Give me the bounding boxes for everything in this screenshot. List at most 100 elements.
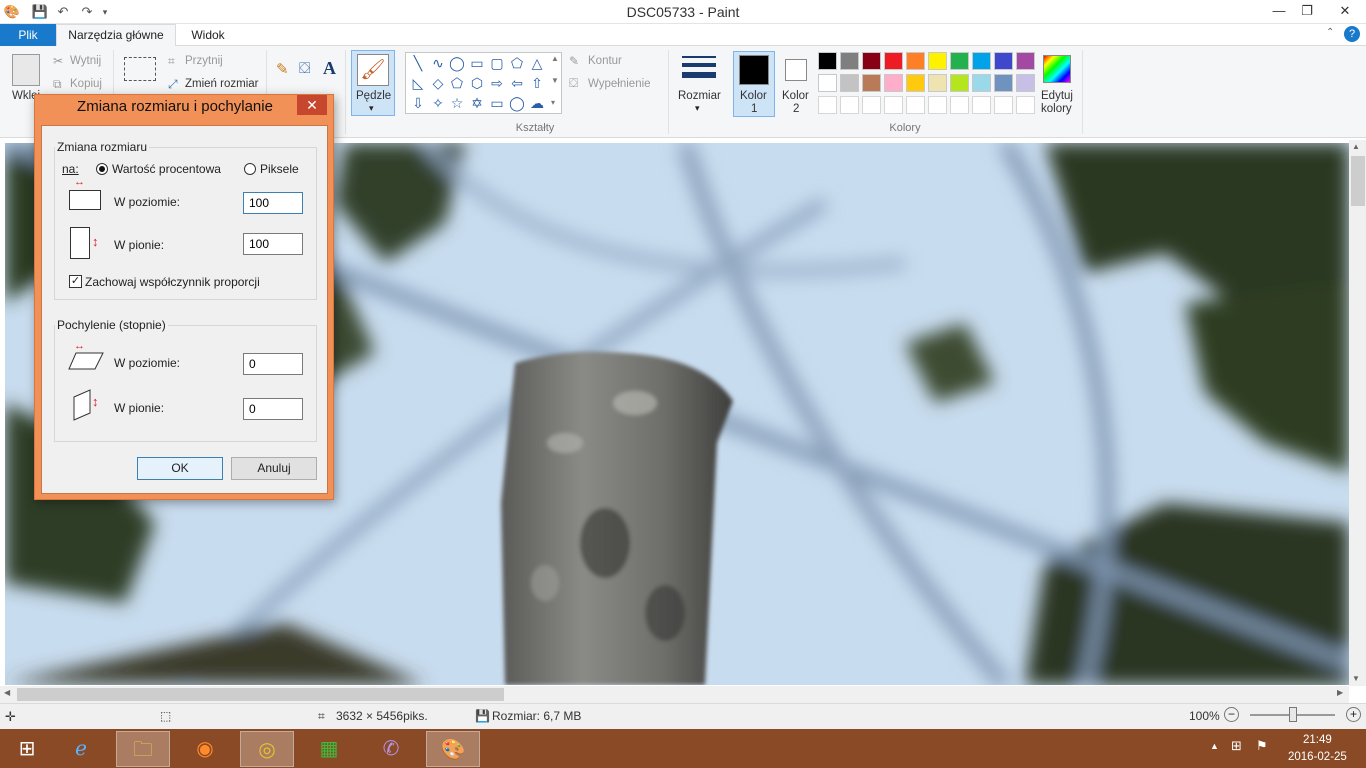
- chrome-icon[interactable]: ◎: [240, 731, 294, 767]
- pixels-label[interactable]: Piksele: [260, 162, 299, 176]
- show-hidden-icons-icon[interactable]: ▲: [1210, 741, 1219, 751]
- store-icon[interactable]: ▦: [302, 731, 356, 767]
- vertical-scroll-thumb[interactable]: [1351, 156, 1365, 206]
- file-explorer-icon[interactable]: 🗀: [116, 731, 170, 767]
- palette-custom-slot[interactable]: [840, 96, 859, 114]
- palette-swatch[interactable]: [950, 52, 969, 70]
- palette-custom-slot[interactable]: [928, 96, 947, 114]
- clock-time[interactable]: 21:49: [1303, 734, 1332, 746]
- arrow-up-icon[interactable]: ⇧: [528, 74, 546, 92]
- six-point-star-icon[interactable]: ✡: [468, 94, 486, 112]
- zoom-out-icon[interactable]: −: [1224, 707, 1239, 722]
- palette-swatch[interactable]: [906, 74, 925, 92]
- palette-swatch[interactable]: [884, 74, 903, 92]
- copy-button[interactable]: Kopiuj: [70, 78, 102, 90]
- oval-icon[interactable]: ◯: [448, 54, 466, 72]
- palette-swatch[interactable]: [862, 52, 881, 70]
- size-button[interactable]: Rozmiar: [678, 90, 721, 102]
- four-point-star-icon[interactable]: ✧: [429, 94, 447, 112]
- firefox-icon[interactable]: ◉: [178, 731, 232, 767]
- skew-horizontal-input[interactable]: [243, 353, 303, 375]
- viber-icon[interactable]: ✆: [364, 731, 418, 767]
- five-point-star-icon[interactable]: ☆: [448, 94, 466, 112]
- palette-swatch[interactable]: [950, 74, 969, 92]
- palette-swatch[interactable]: [840, 74, 859, 92]
- arrow-down-icon[interactable]: ⇩: [409, 94, 427, 112]
- palette-custom-slot[interactable]: [972, 96, 991, 114]
- palette-swatch[interactable]: [928, 74, 947, 92]
- cut-button[interactable]: Wytnij: [70, 55, 101, 67]
- palette-swatch[interactable]: [840, 52, 859, 70]
- color2-swatch[interactable]: [785, 59, 807, 81]
- palette-swatch[interactable]: [1016, 52, 1035, 70]
- palette-swatch[interactable]: [818, 52, 837, 70]
- size-dropdown-icon[interactable]: ▾: [695, 103, 700, 114]
- tab-home[interactable]: Narzędzia główne: [56, 24, 176, 47]
- rounded-rectangle-icon[interactable]: ▢: [488, 54, 506, 72]
- edit-colors-label-2[interactable]: kolory: [1041, 103, 1072, 115]
- palette-swatch[interactable]: [884, 52, 903, 70]
- palette-custom-slot[interactable]: [862, 96, 881, 114]
- size-icon[interactable]: [682, 56, 716, 58]
- palette-custom-slot[interactable]: [906, 96, 925, 114]
- palette-swatch[interactable]: [994, 74, 1013, 92]
- callout-cloud-icon[interactable]: ☁: [528, 94, 546, 112]
- pixels-radio[interactable]: [244, 163, 256, 175]
- select-icon[interactable]: [124, 57, 156, 81]
- shapes-expand-icon[interactable]: ▾: [551, 98, 555, 107]
- curve-icon[interactable]: ∿: [429, 54, 447, 72]
- resize-vertical-input[interactable]: [243, 233, 303, 255]
- right-triangle-icon[interactable]: ◺: [409, 74, 427, 92]
- callout-oval-icon[interactable]: ◯: [508, 94, 526, 112]
- keep-ratio-checkbox[interactable]: ✓: [69, 275, 82, 288]
- collapse-ribbon-icon[interactable]: ⌃: [1326, 27, 1334, 38]
- paste-icon[interactable]: [12, 54, 40, 86]
- shapes-scroll-up-icon[interactable]: ▲: [551, 54, 559, 63]
- palette-swatch[interactable]: [972, 52, 991, 70]
- fill-button[interactable]: Wypełnienie: [588, 78, 651, 90]
- help-icon[interactable]: ?: [1344, 26, 1360, 42]
- palette-custom-slot[interactable]: [994, 96, 1013, 114]
- start-button[interactable]: ⊞: [0, 731, 54, 767]
- resize-button[interactable]: Zmień rozmiar: [185, 78, 258, 90]
- ok-button[interactable]: OK: [137, 457, 223, 480]
- diamond-icon[interactable]: ◇: [429, 74, 447, 92]
- polygon-icon[interactable]: ⬠: [508, 54, 526, 72]
- hexagon-icon[interactable]: ⬡: [468, 74, 486, 92]
- resize-horizontal-input[interactable]: [243, 192, 303, 214]
- pentagon-icon[interactable]: ⬠: [448, 74, 466, 92]
- palette-swatch[interactable]: [906, 52, 925, 70]
- network-icon[interactable]: ⊞: [1231, 738, 1242, 754]
- fill-bucket-icon[interactable]: ⛋: [299, 60, 310, 77]
- arrow-right-icon[interactable]: ⇨: [488, 74, 506, 92]
- triangle-icon[interactable]: △: [528, 54, 546, 72]
- palette-swatch[interactable]: [818, 74, 837, 92]
- percentage-radio[interactable]: [96, 163, 108, 175]
- action-center-flag-icon[interactable]: ⚑: [1256, 738, 1268, 754]
- cancel-button[interactable]: Anuluj: [231, 457, 317, 480]
- palette-custom-slot[interactable]: [1016, 96, 1035, 114]
- edit-colors-label-1[interactable]: Edytuj: [1041, 90, 1073, 102]
- palette-custom-slot[interactable]: [950, 96, 969, 114]
- tab-view[interactable]: Widok: [176, 24, 240, 46]
- internet-explorer-icon[interactable]: ℯ: [54, 731, 108, 767]
- skew-vertical-input[interactable]: [243, 398, 303, 420]
- palette-swatch[interactable]: [928, 52, 947, 70]
- palette-custom-slot[interactable]: [884, 96, 903, 114]
- palette-swatch[interactable]: [862, 74, 881, 92]
- percentage-label[interactable]: Wartość procentowa: [112, 162, 221, 176]
- text-tool-icon[interactable]: A: [323, 58, 336, 79]
- palette-custom-slot[interactable]: [818, 96, 837, 114]
- keep-ratio-label[interactable]: Zachowaj współczynnik proporcji: [85, 275, 260, 289]
- line-icon[interactable]: ╲: [409, 54, 427, 72]
- pencil-icon[interactable]: ✎: [276, 60, 289, 78]
- clock-date[interactable]: 2016-02-25: [1288, 751, 1347, 763]
- outline-button[interactable]: Kontur: [588, 55, 622, 67]
- arrow-left-icon[interactable]: ⇦: [508, 74, 526, 92]
- close-button[interactable]: ✕: [1324, 0, 1366, 22]
- maximize-button[interactable]: ❐: [1290, 0, 1324, 22]
- dialog-close-button[interactable]: ✕: [297, 95, 327, 115]
- palette-swatch[interactable]: [1016, 74, 1035, 92]
- brushes-dropdown-icon[interactable]: ▾: [369, 103, 374, 114]
- paint-taskbar-icon[interactable]: 🎨: [426, 731, 480, 767]
